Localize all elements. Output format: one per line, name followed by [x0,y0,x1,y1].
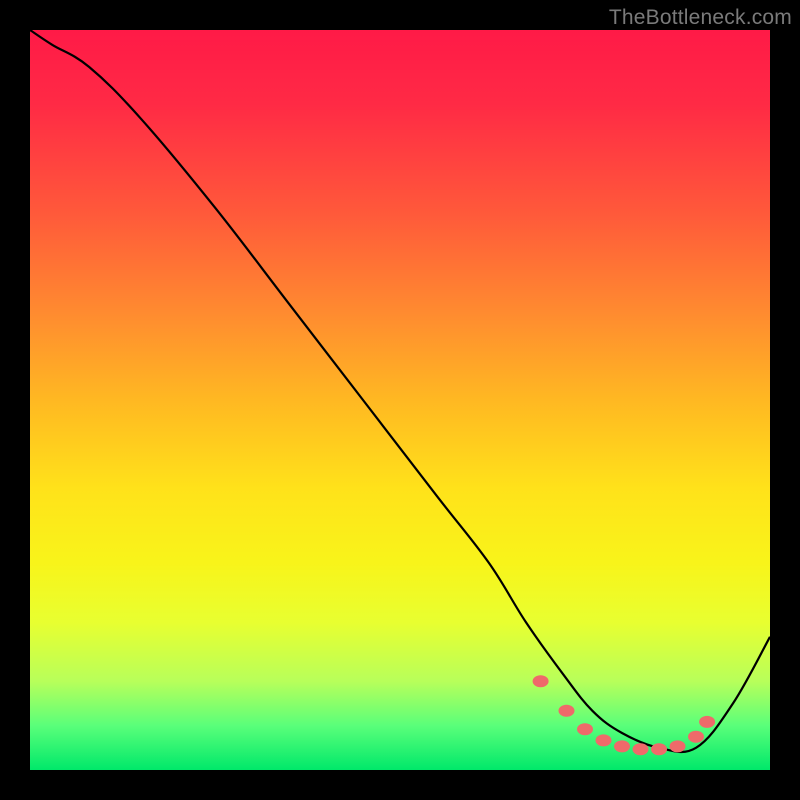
plot-area [30,30,770,770]
chart-frame: TheBottleneck.com [0,0,800,800]
highlight-dot [614,740,630,752]
highlight-dots [533,675,716,755]
highlight-dot [688,731,704,743]
highlight-dot [596,734,612,746]
highlight-dot [559,705,575,717]
highlight-dot [533,675,549,687]
highlight-dot [577,723,593,735]
curve-svg [30,30,770,770]
watermark-text: TheBottleneck.com [609,6,792,30]
bottleneck-curve [30,30,770,752]
highlight-dot [699,716,715,728]
highlight-dot [651,743,667,755]
highlight-dot [670,740,686,752]
highlight-dot [633,743,649,755]
